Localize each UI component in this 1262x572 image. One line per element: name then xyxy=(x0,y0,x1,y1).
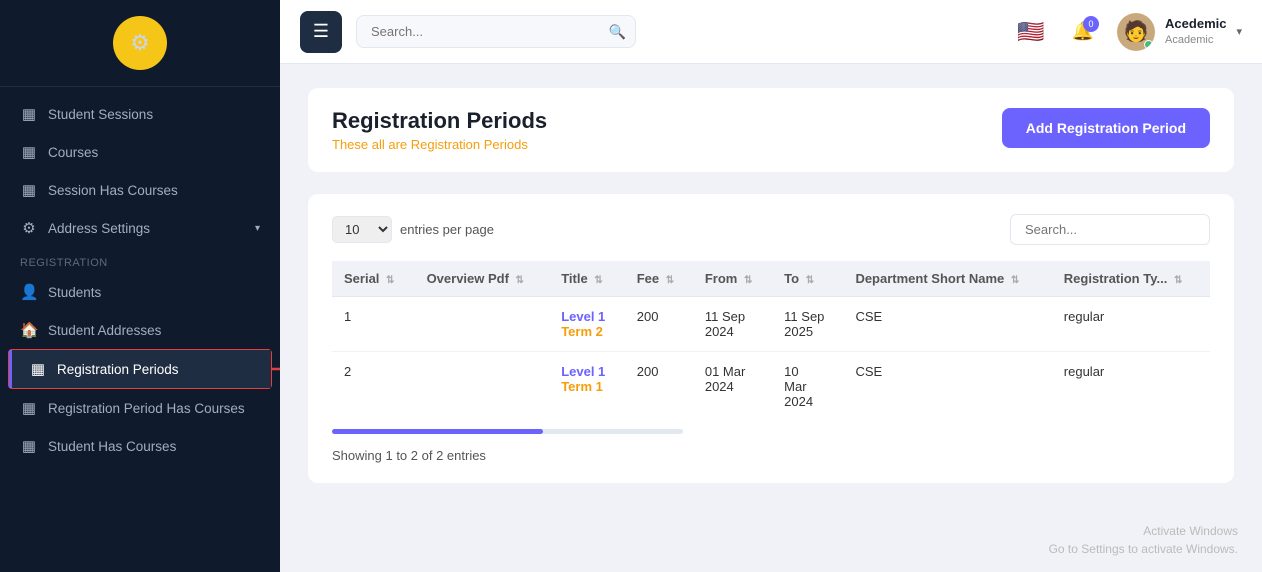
cell-dept-1: CSE xyxy=(843,297,1051,352)
cell-to-2: 10Mar2024 xyxy=(772,352,843,422)
user-icon: 👤 xyxy=(20,283,38,301)
table-section: 10 25 50 100 entries per page Serial ⇅ O… xyxy=(308,194,1234,483)
language-flag[interactable]: 🇺🇸 xyxy=(1013,14,1049,50)
sidebar: ⚙ ▦ Student Sessions ▦ Courses ▦ Session… xyxy=(0,0,280,572)
cell-from-1: 11 Sep2024 xyxy=(693,297,772,352)
scroll-thumb xyxy=(332,429,543,434)
col-overview-pdf[interactable]: Overview Pdf ⇅ xyxy=(415,261,550,297)
table-search xyxy=(1010,214,1210,245)
page-title-area: Registration Periods These all are Regis… xyxy=(332,108,547,152)
user-name: Acedemic xyxy=(1165,16,1226,33)
cell-from-2: 01 Mar2024 xyxy=(693,352,772,422)
col-to[interactable]: To ⇅ xyxy=(772,261,843,297)
home-icon: 🏠 xyxy=(20,321,38,339)
sidebar-item-session-has-courses[interactable]: ▦ Session Has Courses xyxy=(0,171,280,209)
notification-badge: 0 xyxy=(1083,16,1099,32)
menu-button[interactable]: ☰ xyxy=(300,11,342,53)
title-primary-2: Level 1 xyxy=(561,364,605,379)
activate-windows-watermark: Activate Windows Go to Settings to activ… xyxy=(1049,522,1238,558)
sidebar-item-students[interactable]: 👤 Students xyxy=(0,273,280,311)
watermark-line1: Activate Windows xyxy=(1049,522,1238,540)
col-dept-short-name[interactable]: Department Short Name ⇅ xyxy=(843,261,1051,297)
gear-icon: ⚙ xyxy=(20,219,38,237)
sidebar-item-student-addresses[interactable]: 🏠 Student Addresses xyxy=(0,311,280,349)
table-body: 1 Level 1 Term 2 200 11 Sep2024 11 Sep20… xyxy=(332,297,1210,422)
col-reg-type[interactable]: Registration Ty... ⇅ xyxy=(1052,261,1210,297)
registration-section-label: Registration xyxy=(0,247,280,273)
chevron-down-icon: ▾ xyxy=(1236,25,1242,38)
cell-fee-1: 200 xyxy=(625,297,693,352)
sidebar-item-reg-period-has-courses[interactable]: ▦ Registration Period Has Courses xyxy=(0,389,280,427)
sidebar-nav: ▦ Student Sessions ▦ Courses ▦ Session H… xyxy=(0,87,280,572)
table-search-input[interactable] xyxy=(1010,214,1210,245)
cell-pdf-2 xyxy=(415,352,550,422)
red-arrow-icon xyxy=(271,355,280,383)
add-registration-period-button[interactable]: Add Registration Period xyxy=(1002,108,1210,148)
page-header-card: Registration Periods These all are Regis… xyxy=(308,88,1234,172)
topbar: ☰ 🔍 🇺🇸 🔔 0 🧑 Acedemic Academic ▾ xyxy=(280,0,1262,64)
sidebar-item-registration-periods[interactable]: ▦ Registration Periods xyxy=(9,350,271,388)
grid-icon: ▦ xyxy=(20,105,38,123)
cell-fee-2: 200 xyxy=(625,352,693,422)
doc2-icon: ▦ xyxy=(20,437,38,455)
col-from[interactable]: From ⇅ xyxy=(693,261,772,297)
user-role: Academic xyxy=(1165,33,1226,47)
grid-icon-shc: ▦ xyxy=(20,181,38,199)
user-info: Acedemic Academic xyxy=(1165,16,1226,47)
search-icon: 🔍 xyxy=(609,23,626,40)
main-area: ☰ 🔍 🇺🇸 🔔 0 🧑 Acedemic Academic ▾ xyxy=(280,0,1262,572)
topbar-search: 🔍 xyxy=(356,15,636,48)
grid-icon-courses: ▦ xyxy=(20,143,38,161)
page-subtitle: These all are Registration Periods xyxy=(332,137,547,152)
page-content: Registration Periods These all are Regis… xyxy=(280,64,1262,572)
title-secondary-1: Term 2 xyxy=(561,324,603,339)
sidebar-item-address-settings[interactable]: ⚙ Address Settings ▾ xyxy=(0,209,280,247)
chevron-down-icon: ▾ xyxy=(255,223,260,234)
scroll-track xyxy=(332,429,683,434)
table-row: 2 Level 1 Term 1 200 01 Mar2024 10Mar202… xyxy=(332,352,1210,422)
table-controls: 10 25 50 100 entries per page xyxy=(332,214,1210,245)
col-serial[interactable]: Serial ⇅ xyxy=(332,261,415,297)
showing-entries-text: Showing 1 to 2 of 2 entries xyxy=(332,448,486,463)
col-fee[interactable]: Fee ⇅ xyxy=(625,261,693,297)
cell-serial-1: 1 xyxy=(332,297,415,352)
table-icon: ▦ xyxy=(29,360,47,378)
sidebar-item-student-has-courses[interactable]: ▦ Student Has Courses xyxy=(0,427,280,465)
registration-periods-highlight: ▦ Registration Periods xyxy=(8,349,272,389)
table-footer: Showing 1 to 2 of 2 entries xyxy=(332,448,1210,463)
entries-label: entries per page xyxy=(400,222,494,237)
cell-pdf-1 xyxy=(415,297,550,352)
watermark-line2: Go to Settings to activate Windows. xyxy=(1049,540,1238,558)
user-menu[interactable]: 🧑 Acedemic Academic ▾ xyxy=(1117,13,1242,51)
doc-icon: ▦ xyxy=(20,399,38,417)
col-title[interactable]: Title ⇅ xyxy=(549,261,625,297)
cell-regtype-2: regular xyxy=(1052,352,1210,422)
title-primary-1: Level 1 xyxy=(561,309,605,324)
table-header: Serial ⇅ Overview Pdf ⇅ Title ⇅ Fee ⇅ Fr… xyxy=(332,261,1210,297)
topbar-right: 🇺🇸 🔔 0 🧑 Acedemic Academic ▾ xyxy=(1013,13,1242,51)
page-title: Registration Periods xyxy=(332,108,547,134)
entries-control: 10 25 50 100 entries per page xyxy=(332,216,494,243)
cell-serial-2: 2 xyxy=(332,352,415,422)
sidebar-item-courses[interactable]: ▦ Courses xyxy=(0,133,280,171)
online-indicator xyxy=(1144,40,1153,49)
cell-regtype-1: regular xyxy=(1052,297,1210,352)
sidebar-logo: ⚙ xyxy=(0,0,280,87)
cell-title-2: Level 1 Term 1 xyxy=(549,352,625,422)
avatar: 🧑 xyxy=(1117,13,1155,51)
title-secondary-2: Term 1 xyxy=(561,379,603,394)
logo-icon: ⚙ xyxy=(113,16,167,70)
notification-button[interactable]: 🔔 0 xyxy=(1065,14,1101,50)
cell-to-1: 11 Sep2025 xyxy=(772,297,843,352)
search-input[interactable] xyxy=(356,15,636,48)
cell-title-1: Level 1 Term 2 xyxy=(549,297,625,352)
sidebar-item-student-sessions[interactable]: ▦ Student Sessions xyxy=(0,95,280,133)
data-table: Serial ⇅ Overview Pdf ⇅ Title ⇅ Fee ⇅ Fr… xyxy=(332,261,1210,421)
cell-dept-2: CSE xyxy=(843,352,1051,422)
table-row: 1 Level 1 Term 2 200 11 Sep2024 11 Sep20… xyxy=(332,297,1210,352)
entries-per-page-select[interactable]: 10 25 50 100 xyxy=(332,216,392,243)
